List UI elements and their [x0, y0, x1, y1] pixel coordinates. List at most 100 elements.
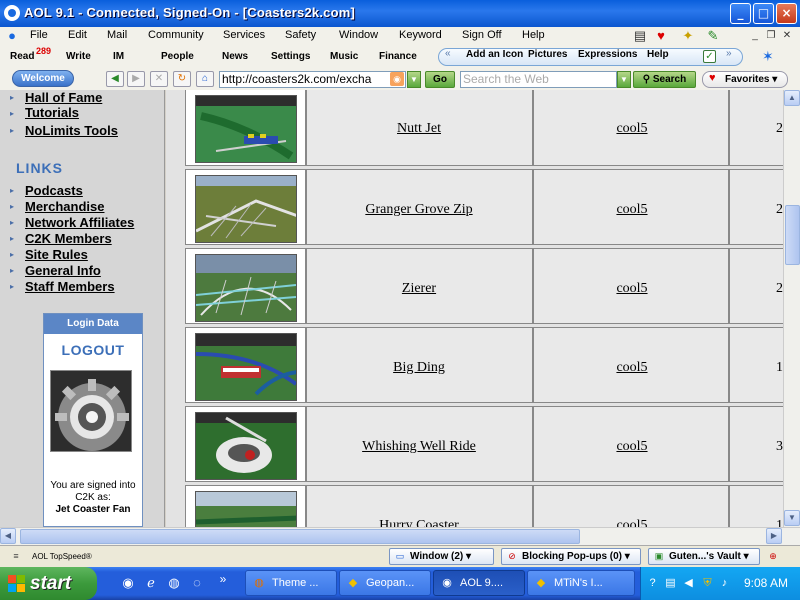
- scroll-down-icon[interactable]: ▼: [784, 510, 800, 526]
- nav-network-affiliates[interactable]: Network Affiliates: [25, 215, 134, 230]
- news-button[interactable]: News: [222, 51, 248, 62]
- forward-icon[interactable]: ▶: [127, 71, 145, 87]
- stop-icon[interactable]: ✕: [150, 71, 168, 87]
- menu-help[interactable]: Help: [522, 29, 545, 41]
- ride-thumbnail[interactable]: [195, 95, 297, 163]
- menu-services[interactable]: Services: [223, 29, 265, 41]
- ie-quicklaunch-icon[interactable]: ℯ: [143, 575, 159, 591]
- ride-thumbnail[interactable]: [195, 254, 297, 322]
- rss-icon[interactable]: ◉: [390, 72, 404, 86]
- menu-window[interactable]: Window: [339, 29, 378, 41]
- logout-link[interactable]: LOGOUT: [44, 342, 142, 358]
- menu-file[interactable]: File: [30, 29, 48, 41]
- pill-right-arrow-icon[interactable]: »: [726, 48, 732, 59]
- ride-author-link[interactable]: cool5: [532, 439, 732, 455]
- aol-menu-icon[interactable]: ●: [4, 28, 20, 44]
- mdi-restore-icon[interactable]: ❐: [764, 29, 778, 43]
- search-dropdown-icon[interactable]: ▼: [617, 71, 631, 88]
- nav-site-rules[interactable]: Site Rules: [25, 247, 88, 262]
- ride-author-link[interactable]: cool5: [532, 518, 732, 527]
- horizontal-scrollbar[interactable]: ◀ ▶: [0, 527, 800, 545]
- search-input[interactable]: Search the Web: [460, 71, 617, 88]
- help-button[interactable]: Help: [647, 49, 669, 60]
- ride-author-link[interactable]: cool5: [532, 281, 732, 297]
- add-buddy-icon[interactable]: ✦: [680, 28, 696, 44]
- search-button[interactable]: ⚲ Search: [633, 71, 696, 88]
- print-icon[interactable]: ▤: [632, 28, 648, 44]
- ride-name-link[interactable]: Whishing Well Ride: [307, 439, 531, 455]
- scroll-thumb[interactable]: [785, 205, 800, 265]
- pictures-button[interactable]: Pictures: [528, 49, 567, 60]
- help-tray-icon[interactable]: ?: [645, 576, 660, 591]
- aol-running-man-icon[interactable]: ✶: [762, 48, 774, 65]
- write-button[interactable]: Write: [66, 51, 91, 62]
- url-input[interactable]: http://coasters2k.com/excha: [219, 71, 406, 88]
- nav-tutorials[interactable]: Tutorials: [25, 105, 79, 120]
- scroll-left-icon[interactable]: ◀: [0, 528, 16, 544]
- nav-c2k-members[interactable]: C2K Members: [25, 231, 112, 246]
- welcome-button[interactable]: Welcome: [12, 70, 74, 87]
- popup-blocker-dropdown[interactable]: Blocking Pop-ups (0) ▾: [501, 548, 641, 565]
- ride-name-link[interactable]: Hurry Coaster: [307, 518, 531, 527]
- mdi-minimize-icon[interactable]: _: [748, 29, 762, 43]
- aol-quicklaunch-icon[interactable]: ◉: [120, 575, 136, 591]
- close-button[interactable]: ×: [776, 3, 797, 24]
- nav-general-info[interactable]: General Info: [25, 263, 101, 278]
- scroll-up-icon[interactable]: ▲: [784, 90, 800, 106]
- ride-thumbnail[interactable]: [195, 412, 297, 480]
- ride-count: 1: [776, 360, 783, 375]
- edit-icon[interactable]: ✎: [705, 28, 721, 44]
- nav-nolimits-tools[interactable]: NoLimits Tools: [25, 123, 118, 138]
- show-hidden-icon[interactable]: ◀: [681, 576, 696, 591]
- nav-podcasts[interactable]: Podcasts: [25, 183, 83, 198]
- music-button[interactable]: Music: [330, 51, 358, 62]
- ride-name-link[interactable]: Granger Grove Zip: [307, 202, 531, 218]
- im-button[interactable]: IM: [113, 51, 124, 62]
- menu-safety[interactable]: Safety: [285, 29, 316, 41]
- vertical-scrollbar[interactable]: ▲ ▼: [783, 90, 800, 527]
- people-button[interactable]: People: [161, 51, 194, 62]
- ride-author-link[interactable]: cool5: [532, 360, 732, 376]
- ride-author-link[interactable]: cool5: [532, 202, 732, 218]
- ride-name-link[interactable]: Big Ding: [307, 360, 531, 376]
- url-dropdown-icon[interactable]: ▼: [407, 71, 421, 88]
- volume-tray-icon[interactable]: ♪: [717, 576, 732, 591]
- nav-hall-of-fame[interactable]: Hall of Fame: [25, 90, 102, 105]
- horizontal-scroll-thumb[interactable]: [20, 529, 580, 544]
- minimize-button[interactable]: _: [730, 3, 751, 24]
- finance-button[interactable]: Finance: [379, 51, 417, 62]
- add-an-icon-button[interactable]: Add an Icon: [466, 49, 523, 60]
- nav-staff-members[interactable]: Staff Members: [25, 279, 115, 294]
- network-tray-icon[interactable]: ▤: [663, 576, 678, 591]
- menu-edit[interactable]: Edit: [68, 29, 87, 41]
- ride-author-link[interactable]: cool5: [532, 121, 732, 137]
- shield-tray-icon[interactable]: ⛨: [700, 576, 715, 591]
- pill-left-arrow-icon[interactable]: «: [445, 48, 451, 59]
- nav-merchandise[interactable]: Merchandise: [25, 199, 104, 214]
- expressions-button[interactable]: Expressions: [578, 49, 637, 60]
- settings-button[interactable]: Settings: [271, 51, 310, 62]
- ride-name-link[interactable]: Nutt Jet: [307, 121, 531, 137]
- menu-community[interactable]: Community: [148, 29, 204, 41]
- ride-thumbnail[interactable]: [195, 175, 297, 243]
- favorites-heart-icon[interactable]: ♥: [653, 28, 669, 44]
- go-button[interactable]: Go: [425, 71, 455, 88]
- menu-sign-off[interactable]: Sign Off: [462, 29, 502, 41]
- menu-mail[interactable]: Mail: [107, 29, 127, 41]
- ride-thumbnail[interactable]: [195, 333, 297, 401]
- read-button[interactable]: Read: [10, 51, 34, 62]
- ride-name-link[interactable]: Zierer: [307, 281, 531, 297]
- scroll-right-icon[interactable]: ▶: [766, 528, 782, 544]
- aim-quicklaunch-icon[interactable]: ◌: [189, 575, 205, 591]
- security-icon[interactable]: ⊕: [767, 550, 779, 562]
- home-icon[interactable]: ⌂: [196, 71, 214, 87]
- chevron-icon[interactable]: »: [215, 571, 231, 587]
- menu-keyword[interactable]: Keyword: [399, 29, 442, 41]
- maximize-button[interactable]: □: [753, 3, 774, 24]
- back-icon[interactable]: ◀: [106, 71, 124, 87]
- mdi-close-icon[interactable]: ✕: [780, 29, 794, 43]
- refresh-icon[interactable]: ↻: [173, 71, 191, 87]
- checkmark-icon[interactable]: ✓: [703, 50, 716, 63]
- ride-thumbnail[interactable]: [195, 491, 297, 527]
- firefox-quicklaunch-icon[interactable]: ◍: [166, 575, 182, 591]
